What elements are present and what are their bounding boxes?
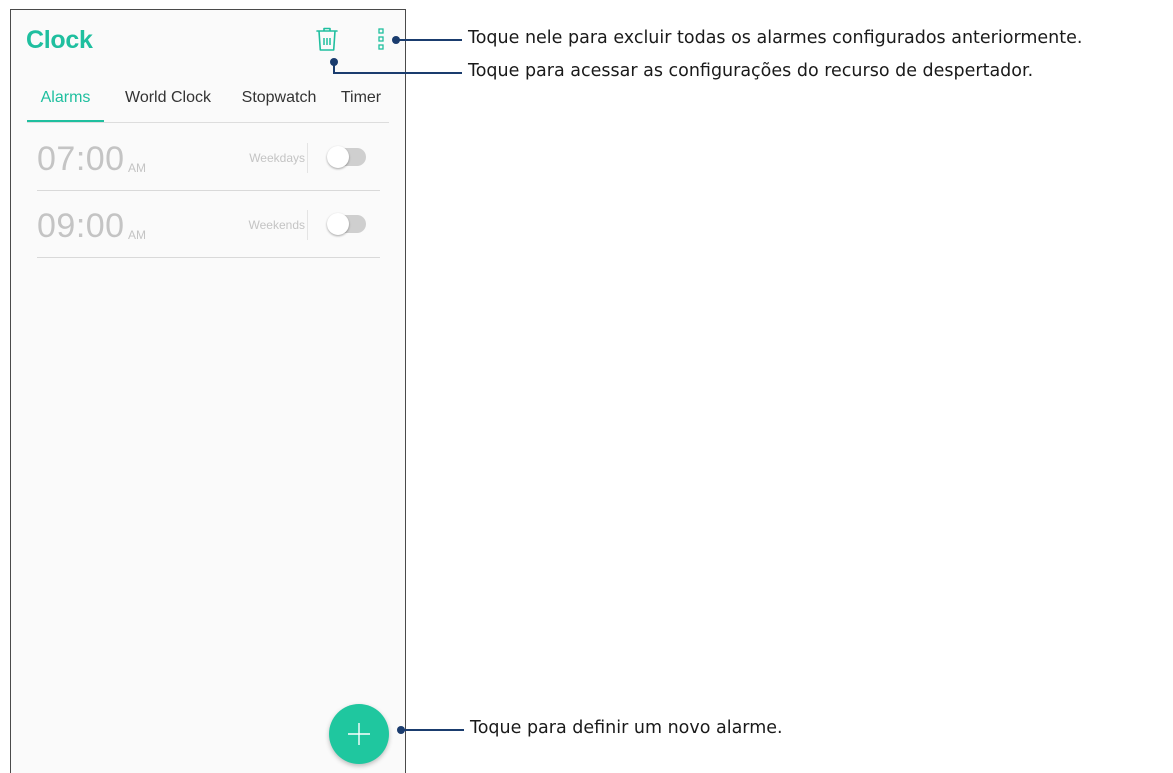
callout-fab-text: Toque para definir um novo alarme. (470, 718, 783, 738)
alarm-repeat-label: Weekends (248, 218, 305, 232)
add-alarm-button[interactable] (329, 704, 389, 764)
app-title: Clock (26, 26, 93, 54)
callout-trash-text: Toque para acessar as configurações do r… (468, 61, 1034, 81)
page: Clock Alarms World Clock Stopwatch Timer… (0, 0, 1173, 773)
alarm-toggle[interactable] (327, 146, 366, 168)
toggle-knob (327, 146, 349, 168)
more-options-button[interactable] (374, 27, 388, 51)
callout-line-trash (333, 72, 462, 74)
tab-timer[interactable]: Timer (335, 80, 387, 122)
trash-icon (316, 27, 338, 51)
tab-stopwatch[interactable]: Stopwatch (229, 80, 329, 122)
tab-world-clock[interactable]: World Clock (115, 80, 221, 122)
clock-app-screen: Clock Alarms World Clock Stopwatch Timer… (10, 9, 406, 773)
callout-menu-text: Toque nele para excluir todas os alarmes… (468, 28, 1083, 48)
delete-all-alarms-button[interactable] (314, 25, 340, 53)
callout-line-fab (403, 729, 464, 731)
alarm-divider (307, 210, 308, 240)
alarm-item[interactable]: 07:00 AM Weekdays (37, 123, 380, 191)
tab-alarms[interactable]: Alarms (27, 80, 104, 122)
alarm-repeat-label: Weekdays (249, 151, 305, 165)
plus-icon (348, 723, 370, 745)
tab-bar: Alarms World Clock Stopwatch Timer (27, 80, 387, 124)
alarm-toggle[interactable] (327, 213, 366, 235)
alarm-ampm: AM (128, 228, 146, 242)
more-vertical-icon (378, 28, 384, 50)
callout-line-menu (398, 39, 462, 41)
toggle-knob (327, 213, 349, 235)
alarm-divider (307, 143, 308, 173)
alarm-item[interactable]: 09:00 AM Weekends (37, 190, 380, 258)
alarm-time: 07:00 (37, 140, 125, 178)
alarm-time: 09:00 (37, 207, 125, 245)
alarm-ampm: AM (128, 161, 146, 175)
